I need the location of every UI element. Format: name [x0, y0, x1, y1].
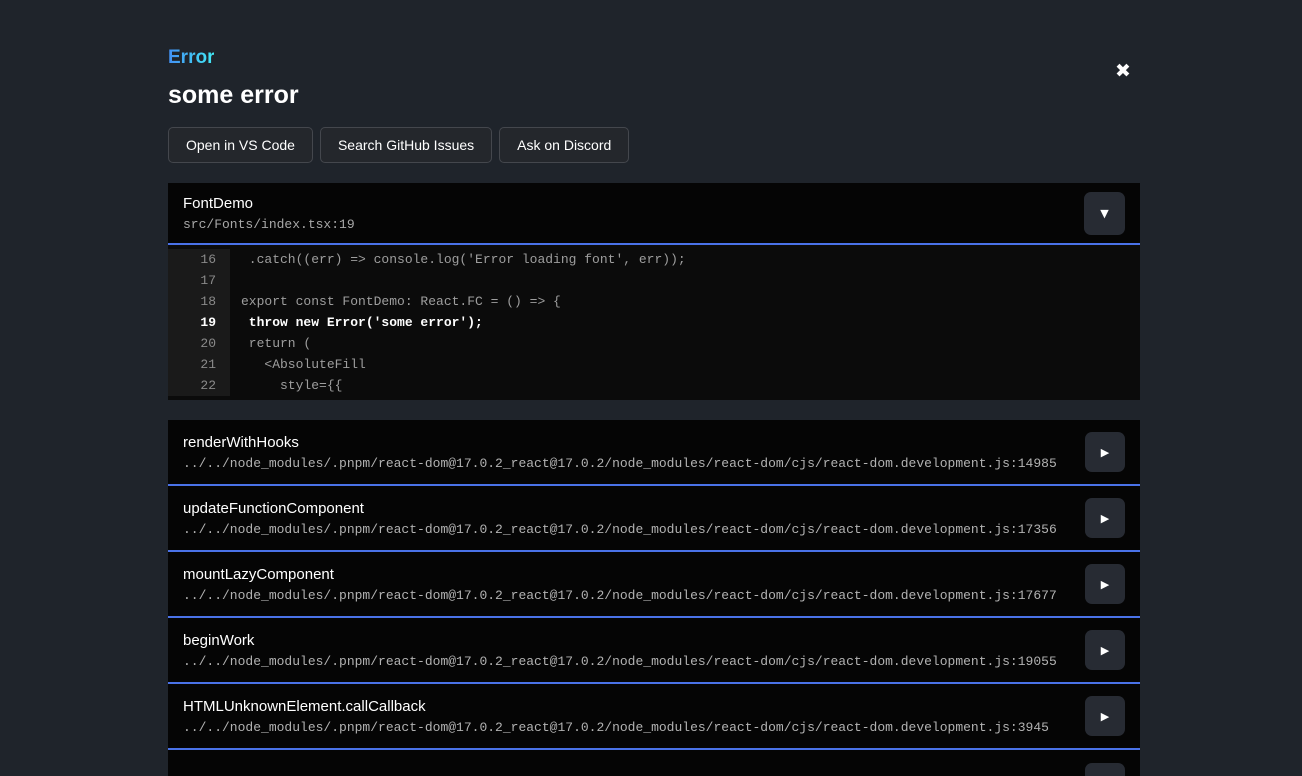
action-button[interactable]: Open in VS Code	[168, 127, 313, 163]
stack-trace-list: renderWithHooks ../../node_modules/.pnpm…	[168, 420, 1140, 776]
code-line: 21 <AbsoluteFill	[168, 354, 1140, 375]
code-text	[230, 270, 241, 291]
stack-frame-row: HTMLUnknownElement.callCallback ../../no…	[168, 684, 1140, 750]
expand-stack-frame-button[interactable]: ▶	[1085, 696, 1125, 736]
stack-function-name: HTMLUnknownElement.callCallback	[183, 697, 1049, 716]
stack-function-name: renderWithHooks	[183, 433, 1057, 452]
stack-frame-row: mountLazyComponent ../../node_modules/.p…	[168, 552, 1140, 618]
expand-stack-frame-button[interactable]: ▶	[1085, 564, 1125, 604]
stack-function-name: beginWork	[183, 631, 1057, 650]
code-line: 17	[168, 270, 1140, 291]
code-text: return (	[230, 333, 311, 354]
line-number: 21	[168, 354, 230, 375]
stack-file-location: ../../node_modules/.pnpm/react-dom@17.0.…	[183, 455, 1057, 472]
stack-frame-row: beginWork ../../node_modules/.pnpm/react…	[168, 618, 1140, 684]
code-text: throw new Error('some error');	[230, 312, 483, 333]
collapse-code-frame-button[interactable]: ▼	[1084, 192, 1125, 235]
action-button[interactable]: Search GitHub Issues	[320, 127, 492, 163]
error-overlay: Error some error Open in VS CodeSearch G…	[168, 0, 1140, 776]
code-line: 22 style={{	[168, 375, 1140, 396]
expand-stack-frame-button[interactable]: ▶	[1085, 498, 1125, 538]
line-number: 22	[168, 375, 230, 396]
stack-frame-info: beginWork ../../node_modules/.pnpm/react…	[183, 631, 1057, 670]
play-icon: ▶	[1101, 447, 1109, 458]
stack-frame-info: renderWithHooks ../../node_modules/.pnpm…	[183, 433, 1057, 472]
stack-function-name: mountLazyComponent	[183, 565, 1057, 584]
code-text: export const FontDemo: React.FC = () => …	[230, 291, 561, 312]
throwing-function-name: FontDemo	[183, 194, 355, 213]
chevron-down-icon: ▼	[1100, 208, 1108, 219]
action-button-row: Open in VS CodeSearch GitHub IssuesAsk o…	[168, 127, 1140, 163]
stack-file-location: ../../node_modules/.pnpm/react-dom@17.0.…	[183, 587, 1057, 604]
expand-stack-frame-button[interactable]: ▶	[1085, 432, 1125, 472]
stack-frame-row: updateFunctionComponent ../../node_modul…	[168, 486, 1140, 552]
play-icon: ▶	[1101, 513, 1109, 524]
code-line: 16 .catch((err) => console.log('Error lo…	[168, 249, 1140, 270]
source-file-location: src/Fonts/index.tsx:19	[183, 216, 355, 233]
stack-frame-info: updateFunctionComponent ../../node_modul…	[183, 499, 1057, 538]
stack-file-location: ../../node_modules/.pnpm/react-dom@17.0.…	[183, 653, 1057, 670]
code-frame-header-info: FontDemo src/Fonts/index.tsx:19	[183, 194, 355, 233]
code-text: .catch((err) => console.log('Error loadi…	[230, 249, 686, 270]
code-frame-panel: FontDemo src/Fonts/index.tsx:19 ▼ 16 .ca…	[168, 183, 1140, 400]
expand-stack-frame-button[interactable]: ▶	[1085, 763, 1125, 776]
line-number: 18	[168, 291, 230, 312]
stack-file-location: ../../node_modules/.pnpm/react-dom@17.0.…	[183, 521, 1057, 538]
line-number: 19	[168, 312, 230, 333]
action-button[interactable]: Ask on Discord	[499, 127, 629, 163]
expand-stack-frame-button[interactable]: ▶	[1085, 630, 1125, 670]
stack-function-name: updateFunctionComponent	[183, 499, 1057, 518]
stack-frame-info: HTMLUnknownElement.callCallback ../../no…	[183, 697, 1049, 736]
code-line: 20 return (	[168, 333, 1140, 354]
stack-frame-info: mountLazyComponent ../../node_modules/.p…	[183, 565, 1057, 604]
play-icon: ▶	[1101, 711, 1109, 722]
code-line: 18 export const FontDemo: React.FC = () …	[168, 291, 1140, 312]
error-kicker: Error	[168, 46, 214, 69]
code-line: 19 throw new Error('some error');	[168, 312, 1140, 333]
code-frame-header: FontDemo src/Fonts/index.tsx:19 ▼	[168, 183, 1140, 245]
code-text: <AbsoluteFill	[230, 354, 366, 375]
play-icon: ▶	[1101, 579, 1109, 590]
stack-frame-row-partial: ▶	[168, 750, 1140, 776]
stack-frame-row: renderWithHooks ../../node_modules/.pnpm…	[168, 420, 1140, 486]
line-number: 16	[168, 249, 230, 270]
source-code-block: 16 .catch((err) => console.log('Error lo…	[168, 245, 1140, 400]
stack-file-location: ../../node_modules/.pnpm/react-dom@17.0.…	[183, 719, 1049, 736]
play-icon: ▶	[1101, 645, 1109, 656]
code-text: style={{	[230, 375, 342, 396]
line-number: 20	[168, 333, 230, 354]
line-number: 17	[168, 270, 230, 291]
error-message-title: some error	[168, 80, 1140, 110]
